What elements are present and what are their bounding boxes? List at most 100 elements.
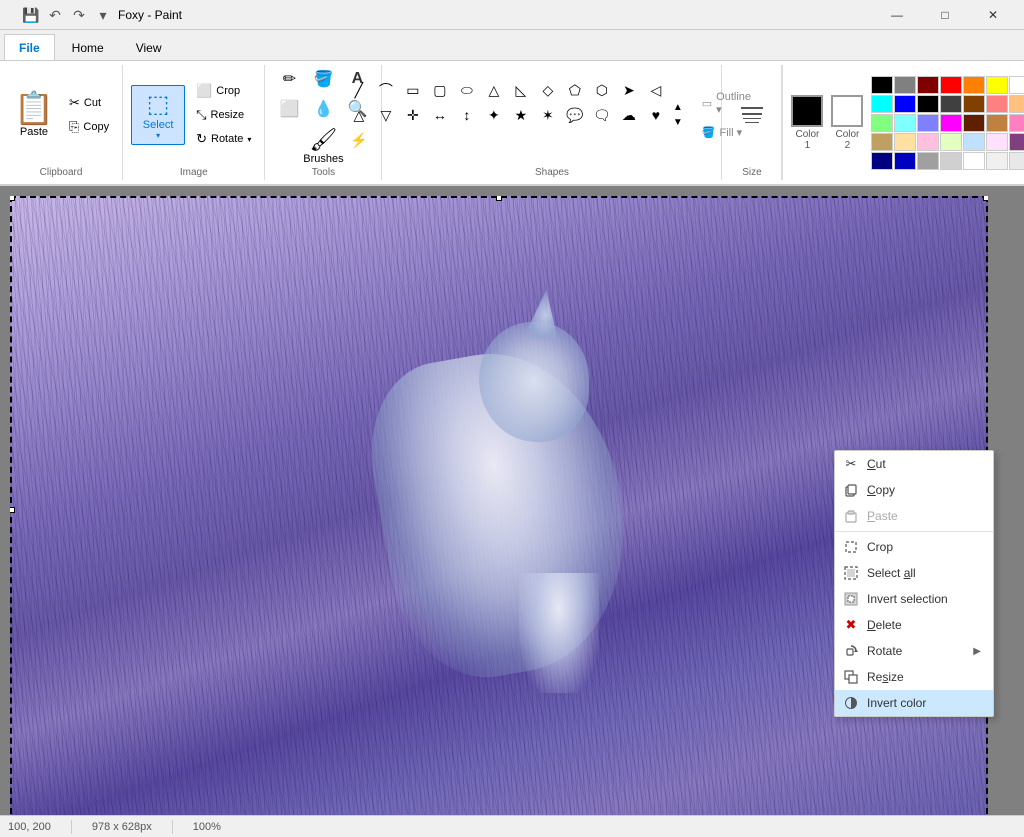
- color-cell-6[interactable]: [1009, 76, 1024, 94]
- color-cell-34[interactable]: [963, 133, 985, 151]
- clipboard-group-label: Clipboard: [8, 165, 114, 180]
- up-arrow-shape[interactable]: △: [346, 103, 372, 127]
- shapes-scroll-up[interactable]: ▲: [671, 100, 685, 115]
- canvas-area[interactable]: ✂ Cut Copy: [0, 186, 1024, 815]
- copy-button[interactable]: ⎘ Copy: [64, 116, 114, 138]
- color-cell-13[interactable]: [940, 95, 962, 113]
- left-arrow-shape[interactable]: ◁: [643, 78, 669, 102]
- undo-button[interactable]: ↶: [44, 4, 66, 26]
- star6-shape[interactable]: ✶: [535, 103, 561, 127]
- down-arrow-shape[interactable]: ▽: [373, 103, 399, 127]
- ctx-cut[interactable]: ✂ Cut: [835, 451, 993, 477]
- color-cell-5[interactable]: [986, 76, 1008, 94]
- color-cell-14[interactable]: [963, 95, 985, 113]
- tab-file[interactable]: File: [4, 34, 55, 60]
- tab-home[interactable]: Home: [57, 34, 119, 60]
- close-button[interactable]: ✕: [970, 0, 1016, 30]
- color-cell-36[interactable]: [1009, 133, 1024, 151]
- cut-icon: ✂: [69, 95, 80, 111]
- color-cell-31[interactable]: [894, 133, 916, 151]
- right-triangle-shape[interactable]: ◺: [508, 78, 534, 102]
- color-cell-22[interactable]: [917, 114, 939, 132]
- customize-quick-access-button[interactable]: ▾: [92, 4, 114, 26]
- pentagon-shape[interactable]: ⬠: [562, 78, 588, 102]
- star4-shape[interactable]: ✦: [481, 103, 507, 127]
- color-cell-25[interactable]: [986, 114, 1008, 132]
- right-arrow-shape[interactable]: ➤: [616, 78, 642, 102]
- color-cell-43[interactable]: [940, 152, 962, 170]
- color-cell-41[interactable]: [894, 152, 916, 170]
- color-cell-35[interactable]: [986, 133, 1008, 151]
- color-cell-21[interactable]: [894, 114, 916, 132]
- color-cell-30[interactable]: [871, 133, 893, 151]
- color-cell-3[interactable]: [940, 76, 962, 94]
- diamond-shape[interactable]: ◇: [535, 78, 561, 102]
- ctx-resize[interactable]: Resize: [835, 664, 993, 690]
- fourway-arrow-shape[interactable]: ✛: [400, 103, 426, 127]
- redo-button[interactable]: ↷: [68, 4, 90, 26]
- color-cell-42[interactable]: [917, 152, 939, 170]
- star5-shape[interactable]: ★: [508, 103, 534, 127]
- ctx-invert-color[interactable]: Invert color: [835, 690, 993, 716]
- color-cell-16[interactable]: [1009, 95, 1024, 113]
- color-cell-1[interactable]: [894, 76, 916, 94]
- resize-button[interactable]: ⤡ Resize: [191, 104, 256, 126]
- ctx-invert-selection[interactable]: Invert selection: [835, 586, 993, 612]
- ctx-select-all[interactable]: Select all: [835, 560, 993, 586]
- pencil-tool[interactable]: ✏: [273, 65, 305, 93]
- color-cell-23[interactable]: [940, 114, 962, 132]
- line-shape[interactable]: ╱: [346, 78, 372, 102]
- tab-view[interactable]: View: [121, 34, 177, 60]
- eraser-tool[interactable]: ⬜: [273, 95, 305, 123]
- paste-button[interactable]: 📋 Paste: [8, 65, 60, 165]
- cut-button[interactable]: ✂ Cut: [64, 92, 114, 114]
- color-picker-tool[interactable]: 💧: [307, 95, 339, 123]
- color-cell-33[interactable]: [940, 133, 962, 151]
- color2-button[interactable]: Color 2: [831, 95, 863, 151]
- color-cell-44[interactable]: [963, 152, 985, 170]
- crop-button[interactable]: ⬜ Crop: [191, 80, 256, 102]
- maximize-button[interactable]: □: [922, 0, 968, 30]
- color-cell-0[interactable]: [871, 76, 893, 94]
- rotate-button[interactable]: ↻ Rotate ▾: [191, 128, 256, 150]
- select-button[interactable]: ⬚ Select ▾: [131, 85, 185, 145]
- rect-shape[interactable]: ▭: [400, 78, 426, 102]
- updown-arrow-shape[interactable]: ↕: [454, 103, 480, 127]
- lightning-shape[interactable]: ⚡: [346, 128, 372, 152]
- color-cell-45[interactable]: [986, 152, 1008, 170]
- curve-shape[interactable]: ⌒: [373, 78, 399, 102]
- minimize-button[interactable]: —: [874, 0, 920, 30]
- color-cell-11[interactable]: [894, 95, 916, 113]
- color-cell-15[interactable]: [986, 95, 1008, 113]
- rounded-rect-shape[interactable]: ▢: [427, 78, 453, 102]
- color-cell-32[interactable]: [917, 133, 939, 151]
- ctx-rotate[interactable]: Rotate ▶: [835, 638, 993, 664]
- color-cell-12[interactable]: [917, 95, 939, 113]
- save-button[interactable]: 💾: [20, 4, 42, 26]
- fill-tool[interactable]: 🪣: [307, 65, 339, 93]
- color-cell-2[interactable]: [917, 76, 939, 94]
- ctx-cut-label: Cut: [867, 457, 981, 471]
- ctx-delete[interactable]: ✖ Delete: [835, 612, 993, 638]
- color-cell-4[interactable]: [963, 76, 985, 94]
- roundedcallout-shape[interactable]: 💬: [562, 103, 588, 127]
- ctx-crop[interactable]: Crop: [835, 534, 993, 560]
- brushes-button[interactable]: 🖌 Brushes: [303, 127, 343, 165]
- triangle-shape[interactable]: △: [481, 78, 507, 102]
- size-button[interactable]: [741, 107, 763, 123]
- color-cell-46[interactable]: [1009, 152, 1024, 170]
- color-cell-24[interactable]: [963, 114, 985, 132]
- hexagon-shape[interactable]: ⬡: [589, 78, 615, 102]
- heart-shape[interactable]: ♥: [643, 103, 669, 127]
- color-cell-40[interactable]: [871, 152, 893, 170]
- color-cell-20[interactable]: [871, 114, 893, 132]
- color-cell-26[interactable]: [1009, 114, 1024, 132]
- shapes-scroll-down[interactable]: ▼: [671, 115, 685, 130]
- ctx-copy[interactable]: Copy: [835, 477, 993, 503]
- callout-shape[interactable]: 🗨: [589, 103, 615, 127]
- ellipse-shape[interactable]: ⬭: [454, 78, 480, 102]
- cloud-shape[interactable]: ☁: [616, 103, 642, 127]
- leftright-arrow-shape[interactable]: ↔: [427, 103, 453, 127]
- color1-button[interactable]: Color 1: [791, 95, 823, 151]
- color-cell-10[interactable]: [871, 95, 893, 113]
